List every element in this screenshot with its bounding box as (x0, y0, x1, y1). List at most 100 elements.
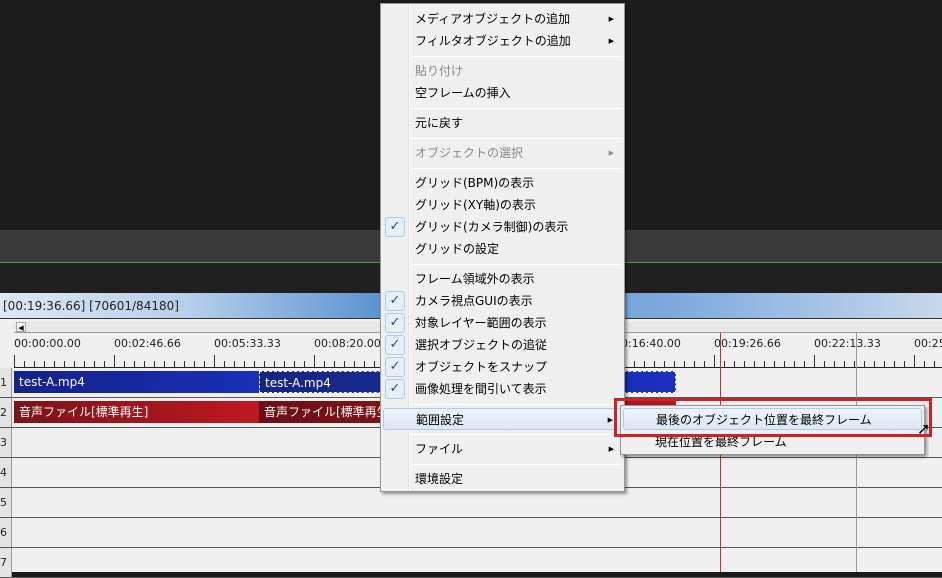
ruler-tick (674, 361, 675, 367)
ruler-tick (654, 361, 655, 367)
layer-number[interactable]: 6 (0, 518, 12, 547)
ruler-tick (204, 361, 205, 367)
ruler-tick (714, 355, 715, 367)
ruler-label: 00:22:13.33 (814, 337, 881, 350)
menu-separator (411, 168, 622, 169)
ruler-tick (194, 361, 195, 367)
menu-item[interactable]: ファイル ▶ (383, 438, 622, 460)
ruler-tick (924, 361, 925, 367)
submenu-item-label: 現在位置を最終フレーム (655, 435, 787, 449)
menu-item-label: 画像処理を間引いて表示 (415, 382, 547, 396)
ruler-label: 00:25 (914, 337, 942, 350)
layer-number[interactable]: 2 (0, 398, 12, 427)
menu-item[interactable]: 範囲設定 ▶ (383, 408, 622, 430)
menu-item-label: グリッドの設定 (415, 242, 500, 256)
menu-item-label: 元に戻す (415, 116, 464, 130)
menu-item[interactable]: フィルタオブジェクトの追加 ▶ (383, 30, 622, 52)
ruler-tick (854, 361, 855, 367)
ruler-tick (704, 361, 705, 367)
ruler-tick (374, 361, 375, 367)
menu-item-label: ファイル (415, 442, 464, 456)
ruler-tick (724, 361, 725, 367)
menu-item[interactable]: 元に戻す (383, 112, 622, 134)
submenu-arrow-icon: ▶ (608, 15, 614, 23)
check-icon: ✓ (385, 335, 405, 355)
audio-clip[interactable]: 音声ファイル[標準再生] (14, 401, 259, 423)
ruler-tick (934, 361, 935, 367)
layer-number[interactable]: 7 (0, 548, 12, 577)
menu-item[interactable]: カメラ視点GUIの表示 ✓ (383, 290, 622, 312)
menu-item-label: 選択オブジェクトの追従 (415, 338, 548, 352)
menu-item-label: 対象レイヤー範囲の表示 (415, 316, 547, 330)
ruler-tick (844, 361, 845, 367)
ruler-tick (314, 355, 315, 367)
context-menu: メディアオブジェクトの追加 ▶ フィルタオブジェクトの追加 ▶ 貼り付け 空フレームの挿入… (380, 3, 625, 492)
ruler-tick (364, 361, 365, 367)
layer-number[interactable]: 1 (0, 368, 12, 397)
menu-item[interactable]: 貼り付け (383, 60, 622, 82)
ruler-tick (64, 361, 65, 367)
layer-number[interactable]: 4 (0, 458, 12, 487)
ruler-tick (344, 361, 345, 367)
layer-row[interactable]: 6 (0, 518, 942, 548)
submenu-arrow-icon: ▶ (608, 37, 614, 45)
ruler-tick (664, 361, 665, 367)
menu-item[interactable]: 空フレームの挿入 (383, 82, 622, 104)
ruler-tick (684, 361, 685, 367)
ruler-tick (884, 361, 885, 367)
video-clip[interactable]: test-A.mp4 (14, 371, 259, 393)
layer-row[interactable]: 5 (0, 488, 942, 518)
ruler-label: 00:08:20.00 (314, 337, 381, 350)
menu-item[interactable]: グリッドの設定 (383, 238, 622, 260)
ruler-tick (294, 361, 295, 367)
menu-separator (411, 264, 622, 265)
ruler-tick (234, 361, 235, 367)
menu-separator (411, 108, 622, 109)
menu-item-label: オブジェクトの選択 (415, 146, 524, 160)
layer-number[interactable]: 3 (0, 428, 12, 457)
menu-item[interactable]: グリッド(BPM)の表示 (383, 172, 622, 194)
ruler-tick (154, 361, 155, 367)
check-icon: ✓ (385, 217, 405, 237)
submenu-arrow-icon: ▶ (607, 416, 613, 424)
menu-item[interactable]: オブジェクトの選択 ▶ (383, 142, 622, 164)
menu-item[interactable]: 環境設定 (383, 468, 622, 490)
ruler-tick (774, 361, 775, 367)
ruler-tick (874, 361, 875, 367)
menu-item-label: オブジェクトをスナップ (415, 360, 548, 374)
ruler-tick (24, 361, 25, 367)
menu-item[interactable]: オブジェクトをスナップ ✓ (383, 356, 622, 378)
menu-item[interactable]: フレーム領域外の表示 (383, 268, 622, 290)
menu-item[interactable]: 対象レイヤー範囲の表示 ✓ (383, 312, 622, 334)
submenu-arrow-icon: ▶ (608, 445, 614, 453)
layer-row[interactable]: 7 (0, 548, 942, 578)
ruler-tick (644, 361, 645, 367)
scroll-left-icon[interactable]: ◀ (16, 322, 26, 332)
ruler-label: 00:02:46.66 (114, 337, 181, 350)
menu-separator (411, 464, 622, 465)
layer-number[interactable]: 5 (0, 488, 12, 517)
ruler-tick (834, 361, 835, 367)
ruler-tick (184, 361, 185, 367)
submenu-arrow-icon: ▶ (608, 149, 614, 157)
ruler-tick (634, 361, 635, 367)
menu-item[interactable]: グリッド(カメラ制御)の表示 ✓ (383, 216, 622, 238)
ruler-tick (804, 361, 805, 367)
menu-item[interactable]: グリッド(XY軸)の表示 (383, 194, 622, 216)
menu-item[interactable]: 選択オブジェクトの追従 ✓ (383, 334, 622, 356)
ruler-tick (864, 361, 865, 367)
menu-item[interactable]: 画像処理を間引いて表示 ✓ (383, 378, 622, 400)
ruler-tick (894, 361, 895, 367)
check-icon: ✓ (385, 357, 405, 377)
menu-separator (411, 404, 622, 405)
menu-item-label: フレーム領域外の表示 (415, 272, 535, 286)
ruler-tick (84, 361, 85, 367)
ruler-tick (214, 355, 215, 367)
ruler-tick (814, 355, 815, 367)
ruler-tick (94, 361, 95, 367)
check-icon: ✓ (385, 291, 405, 311)
ruler-tick (784, 361, 785, 367)
ruler-tick (244, 361, 245, 367)
ruler-tick (114, 355, 115, 367)
menu-item[interactable]: メディアオブジェクトの追加 ▶ (383, 8, 622, 30)
